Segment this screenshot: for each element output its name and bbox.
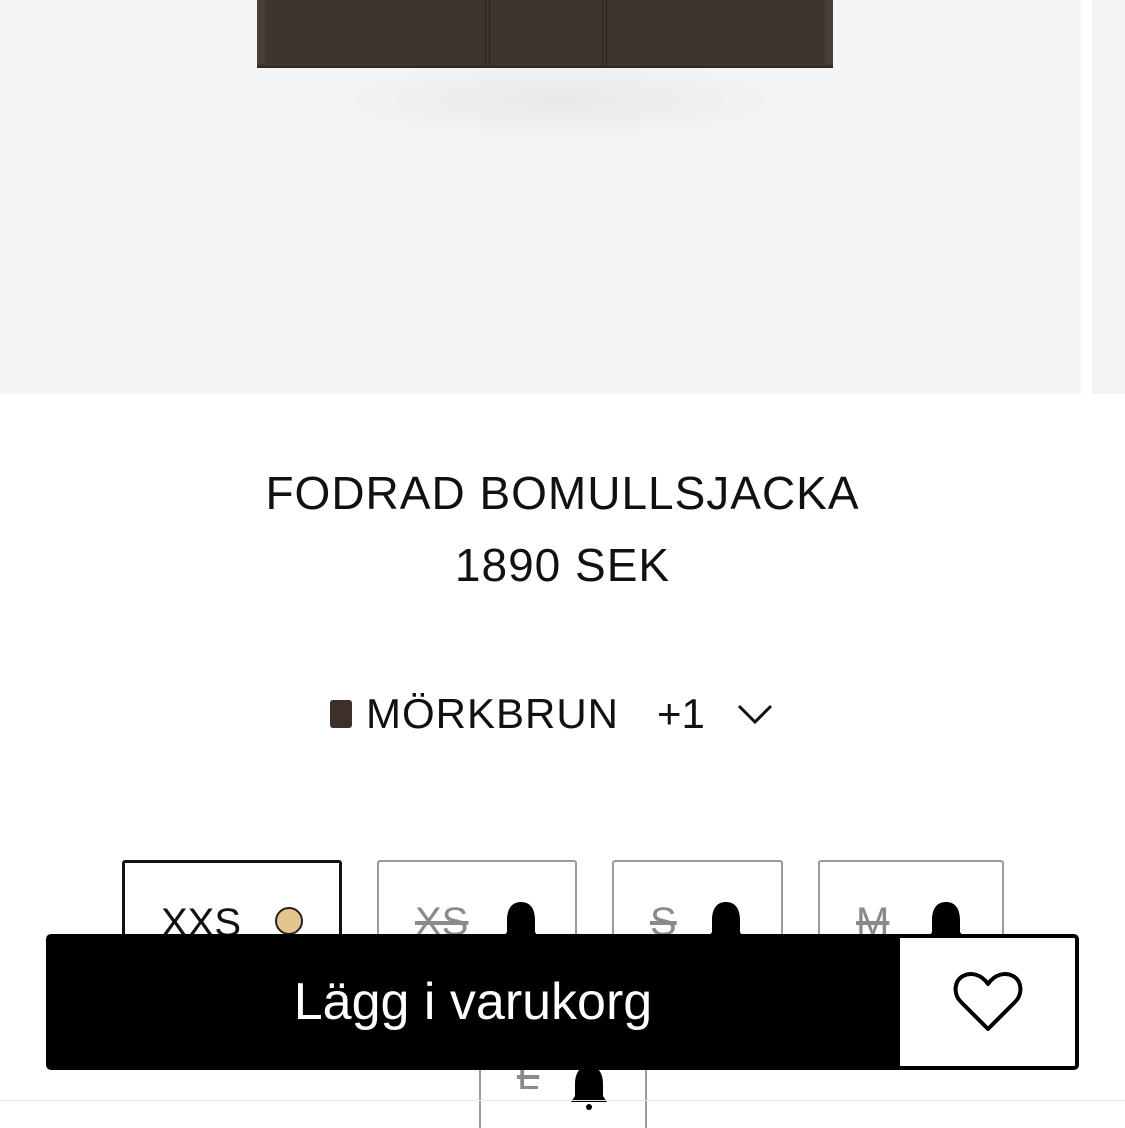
size-label: L (517, 1068, 540, 1098)
wishlist-button[interactable] (896, 934, 1079, 1070)
chevron-down-icon (737, 704, 772, 725)
color-selector[interactable]: MÖRKBRUN +1 (330, 688, 775, 740)
add-to-cart-button[interactable]: Lägg i varukorg (46, 934, 900, 1070)
color-name: MÖRKBRUN (366, 690, 620, 737)
jacket-seam (485, 0, 486, 66)
jacket-shadow (300, 55, 820, 145)
product-title: FODRAD BOMULLSJACKA (265, 467, 860, 519)
jacket-seam (489, 0, 490, 66)
jacket-seam (602, 0, 603, 66)
heart-icon (953, 972, 1022, 1031)
jacket-edge-left (257, 0, 265, 64)
bottom-divider (0, 1100, 1125, 1101)
more-colors-count: +1 (657, 690, 705, 737)
jacket-seam (606, 0, 607, 66)
low-stock-dot (275, 907, 303, 935)
product-price: 1890 SEK (454, 539, 671, 591)
bell-icon (571, 1068, 607, 1110)
next-product-image[interactable] (1092, 0, 1125, 394)
product-image[interactable] (0, 0, 1081, 394)
jacket-hem (257, 0, 833, 68)
color-swatch (330, 700, 352, 728)
jacket-edge-right (825, 0, 833, 64)
size-option-l[interactable]: L (479, 1068, 647, 1128)
